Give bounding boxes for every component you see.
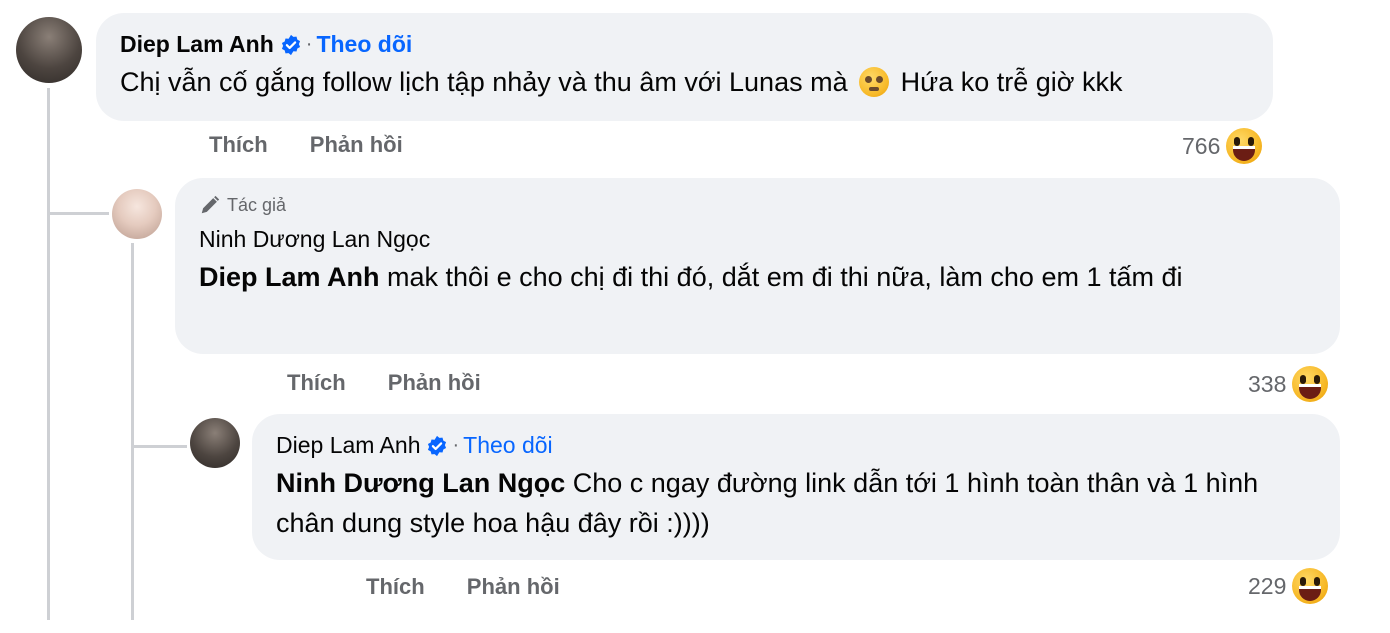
like-button[interactable]: Thích: [366, 574, 425, 599]
thread-line-branch-2: [131, 445, 187, 448]
thread-line-reply: [131, 243, 134, 620]
pencil-icon: [201, 195, 220, 214]
reaction-count: 766: [1182, 132, 1221, 159]
comment-header: Diep Lam Anh · Theo dõi: [120, 31, 1249, 58]
like-button[interactable]: Thích: [209, 132, 268, 157]
mention-link[interactable]: Ninh Dương Lan Ngọc: [276, 468, 565, 498]
comment-author[interactable]: Diep Lam Anh: [120, 31, 274, 58]
laughing-face-icon: [1226, 128, 1263, 164]
pleading-face-icon: [859, 67, 890, 97]
follow-link[interactable]: Theo dõi: [463, 432, 553, 459]
reaction-summary[interactable]: 766: [1182, 128, 1263, 164]
comment-bubble: Diep Lam Anh · Theo dõi Chị vẫn cố gắng …: [96, 13, 1273, 121]
reply-button[interactable]: Phản hồi: [388, 370, 481, 395]
comment-actions: Thích Phản hồi: [366, 574, 596, 600]
reaction-summary[interactable]: 338: [1248, 366, 1329, 402]
separator-dot: ·: [305, 33, 313, 55]
comment-bubble: Tác giả Ninh Dương Lan Ngọc Diep Lam Anh…: [175, 178, 1340, 354]
reply-button[interactable]: Phản hồi: [310, 132, 403, 157]
mention-link[interactable]: Diep Lam Anh: [199, 262, 380, 292]
thread-line-main: [47, 88, 50, 620]
follow-link[interactable]: Theo dõi: [316, 31, 412, 58]
comment-bubble: Diep Lam Anh · Theo dõi Ninh Dương Lan N…: [252, 414, 1340, 560]
comment-text-part: Hứa ko trễ giờ kkk: [900, 67, 1123, 97]
comment-text: Chị vẫn cố gắng follow lịch tập nhảy và …: [120, 62, 1249, 102]
like-button[interactable]: Thích: [287, 370, 346, 395]
laughing-face-icon: [1292, 568, 1329, 604]
comment-text-part: Chị vẫn cố gắng follow lịch tập nhảy và …: [120, 67, 848, 97]
comment-header: Diep Lam Anh · Theo dõi: [276, 432, 1316, 459]
avatar[interactable]: [112, 189, 162, 239]
comment-text: Diep Lam Anh mak thôi e cho chị đi thi đ…: [199, 257, 1299, 297]
comment-actions: Thích Phản hồi: [287, 370, 517, 396]
verified-badge-icon: [428, 435, 447, 456]
thread-line-branch-1: [47, 212, 109, 215]
avatar[interactable]: [190, 418, 240, 468]
author-tag-label: Tác giả: [227, 194, 287, 215]
comment-text: Ninh Dương Lan Ngọc Cho c ngay đường lin…: [276, 463, 1316, 543]
comment-text-body: mak thôi e cho chị đi thi đó, dắt em đi …: [387, 262, 1183, 292]
verified-badge-icon: [281, 34, 300, 55]
comment-actions: Thích Phản hồi: [209, 132, 439, 158]
reaction-count: 338: [1248, 370, 1287, 397]
comment-author[interactable]: Ninh Dương Lan Ngọc: [199, 226, 1316, 253]
avatar[interactable]: [16, 17, 82, 83]
reaction-count: 229: [1248, 572, 1287, 599]
reaction-summary[interactable]: 229: [1248, 568, 1329, 604]
laughing-face-icon: [1292, 366, 1329, 402]
comment-author[interactable]: Diep Lam Anh: [276, 432, 420, 459]
reply-button[interactable]: Phản hồi: [467, 574, 560, 599]
separator-dot: ·: [452, 434, 460, 456]
author-tag: Tác giả: [199, 194, 1316, 216]
